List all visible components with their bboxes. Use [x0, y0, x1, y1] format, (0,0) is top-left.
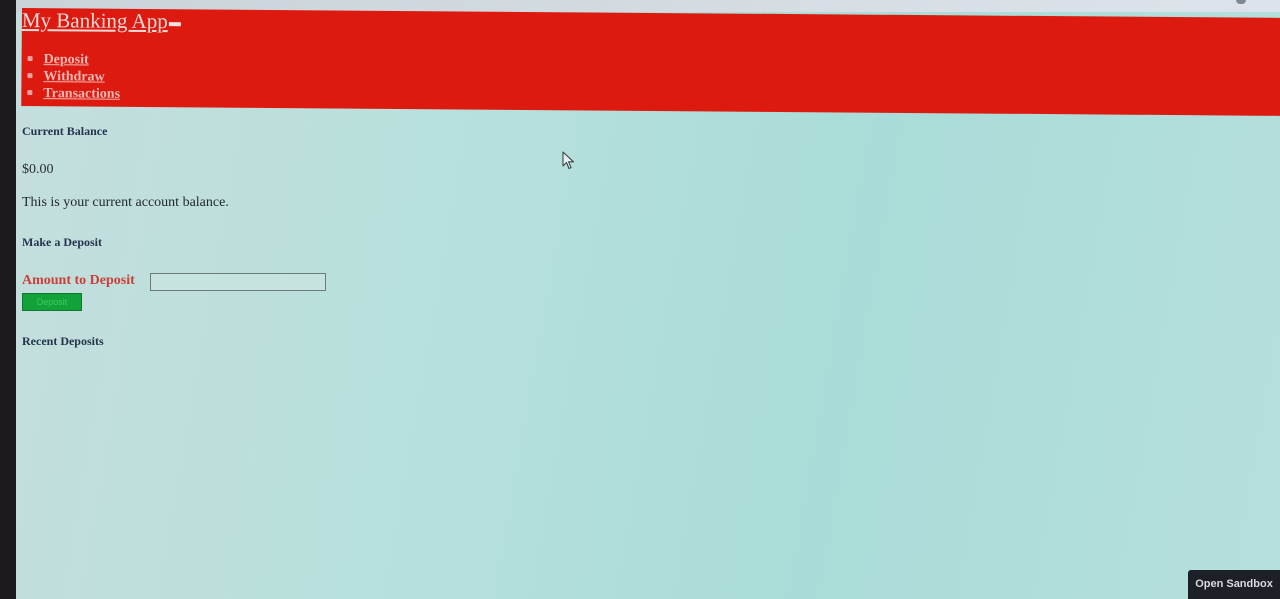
nav-item-deposit: Deposit	[27, 50, 121, 68]
title-underscore	[168, 22, 181, 27]
balance-description: This is your current account balance.	[22, 195, 229, 210]
balance-amount: $0.00	[22, 162, 54, 177]
deposit-amount-input[interactable]	[150, 273, 326, 291]
deposit-button[interactable]: Deposit	[22, 293, 82, 311]
nav-link-transactions[interactable]: Transactions	[43, 86, 120, 102]
current-balance-heading: Current Balance	[22, 124, 108, 138]
app-header: My Banking App Deposit Withdraw Transact…	[21, 8, 1280, 116]
recent-deposits-heading: Recent Deposits	[22, 334, 104, 348]
bullet-icon	[27, 73, 33, 79]
nav-link-withdraw[interactable]: Withdraw	[43, 69, 104, 84]
open-sandbox-button[interactable]: Open Sandbox	[1188, 570, 1280, 599]
mouse-pointer-icon	[562, 151, 575, 170]
app-title-text: My Banking App	[21, 8, 168, 34]
bullet-icon	[27, 90, 33, 96]
make-deposit-heading: Make a Deposit	[22, 235, 102, 249]
nav-link-deposit[interactable]: Deposit	[44, 52, 89, 67]
main-nav: Deposit Withdraw Transactions	[27, 50, 121, 102]
nav-item-transactions: Transactions	[27, 84, 120, 102]
nav-item-withdraw: Withdraw	[27, 67, 120, 85]
browser-viewport: My Banking App Deposit Withdraw Transact…	[16, 0, 1280, 599]
deposit-amount-label: Amount to Deposit	[22, 273, 135, 288]
bullet-icon	[27, 56, 33, 62]
app-title-link[interactable]: My Banking App	[22, 8, 181, 34]
